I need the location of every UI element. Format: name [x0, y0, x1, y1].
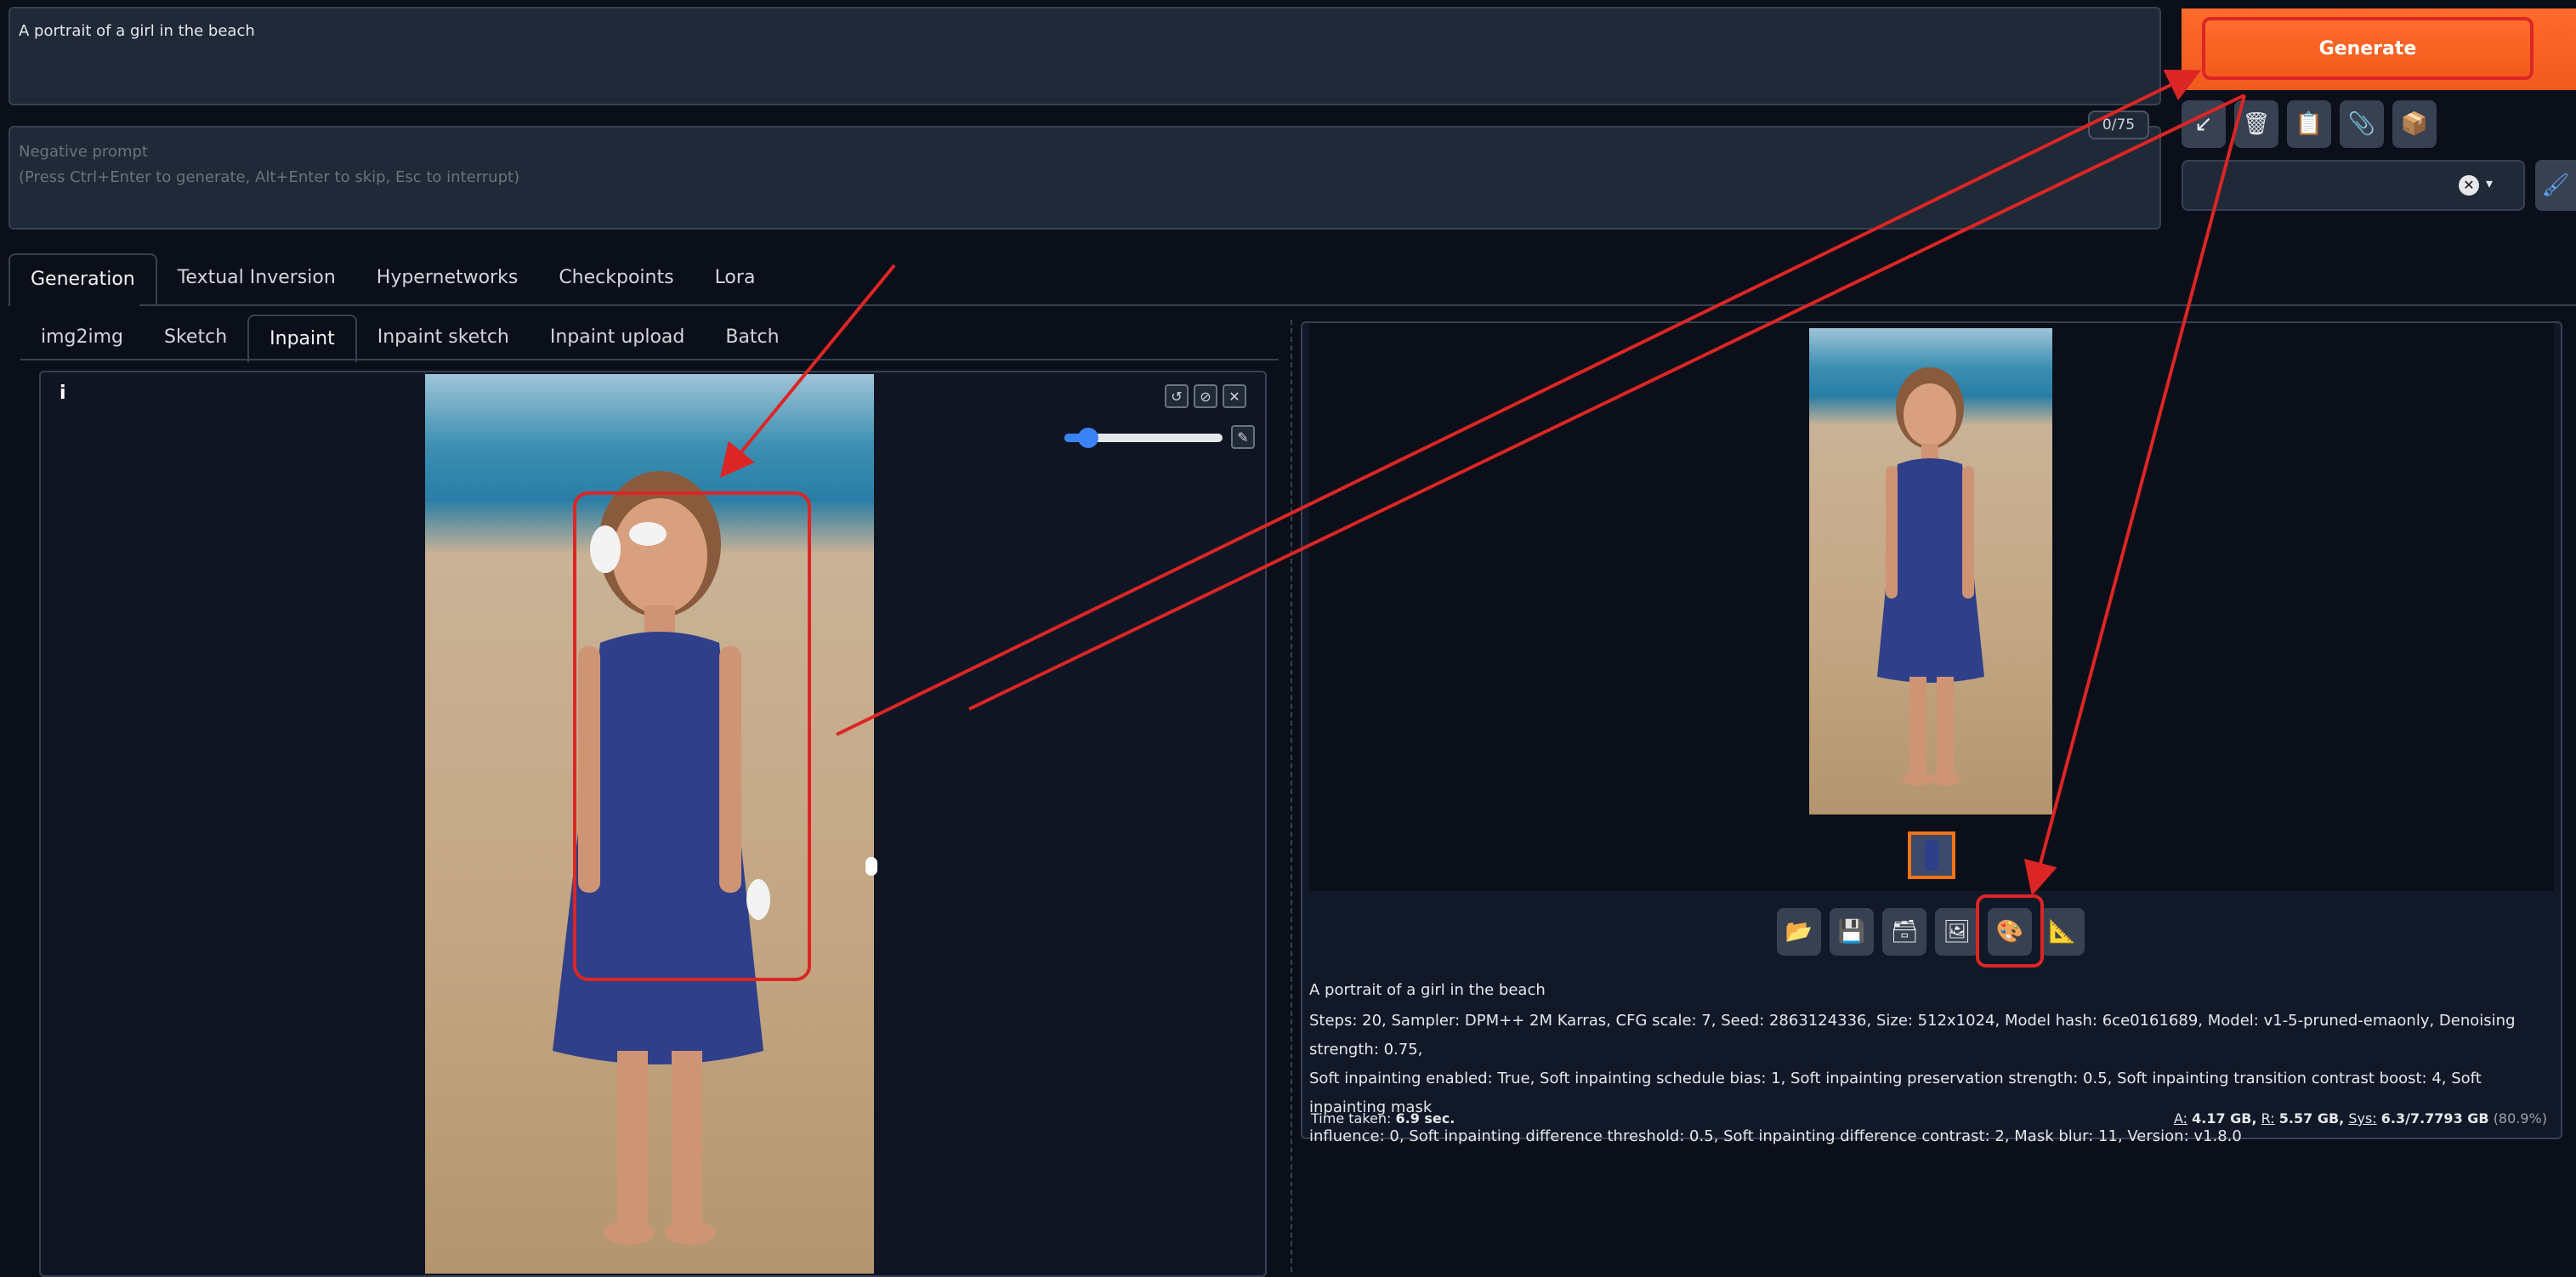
arrow-to-inpaint-button — [2023, 94, 2246, 896]
annotation-arrows — [719, 70, 2246, 896]
arrow-to-mask — [719, 264, 896, 479]
arrow-from-generate — [968, 94, 2245, 711]
arrow-to-generate — [836, 70, 2202, 736]
